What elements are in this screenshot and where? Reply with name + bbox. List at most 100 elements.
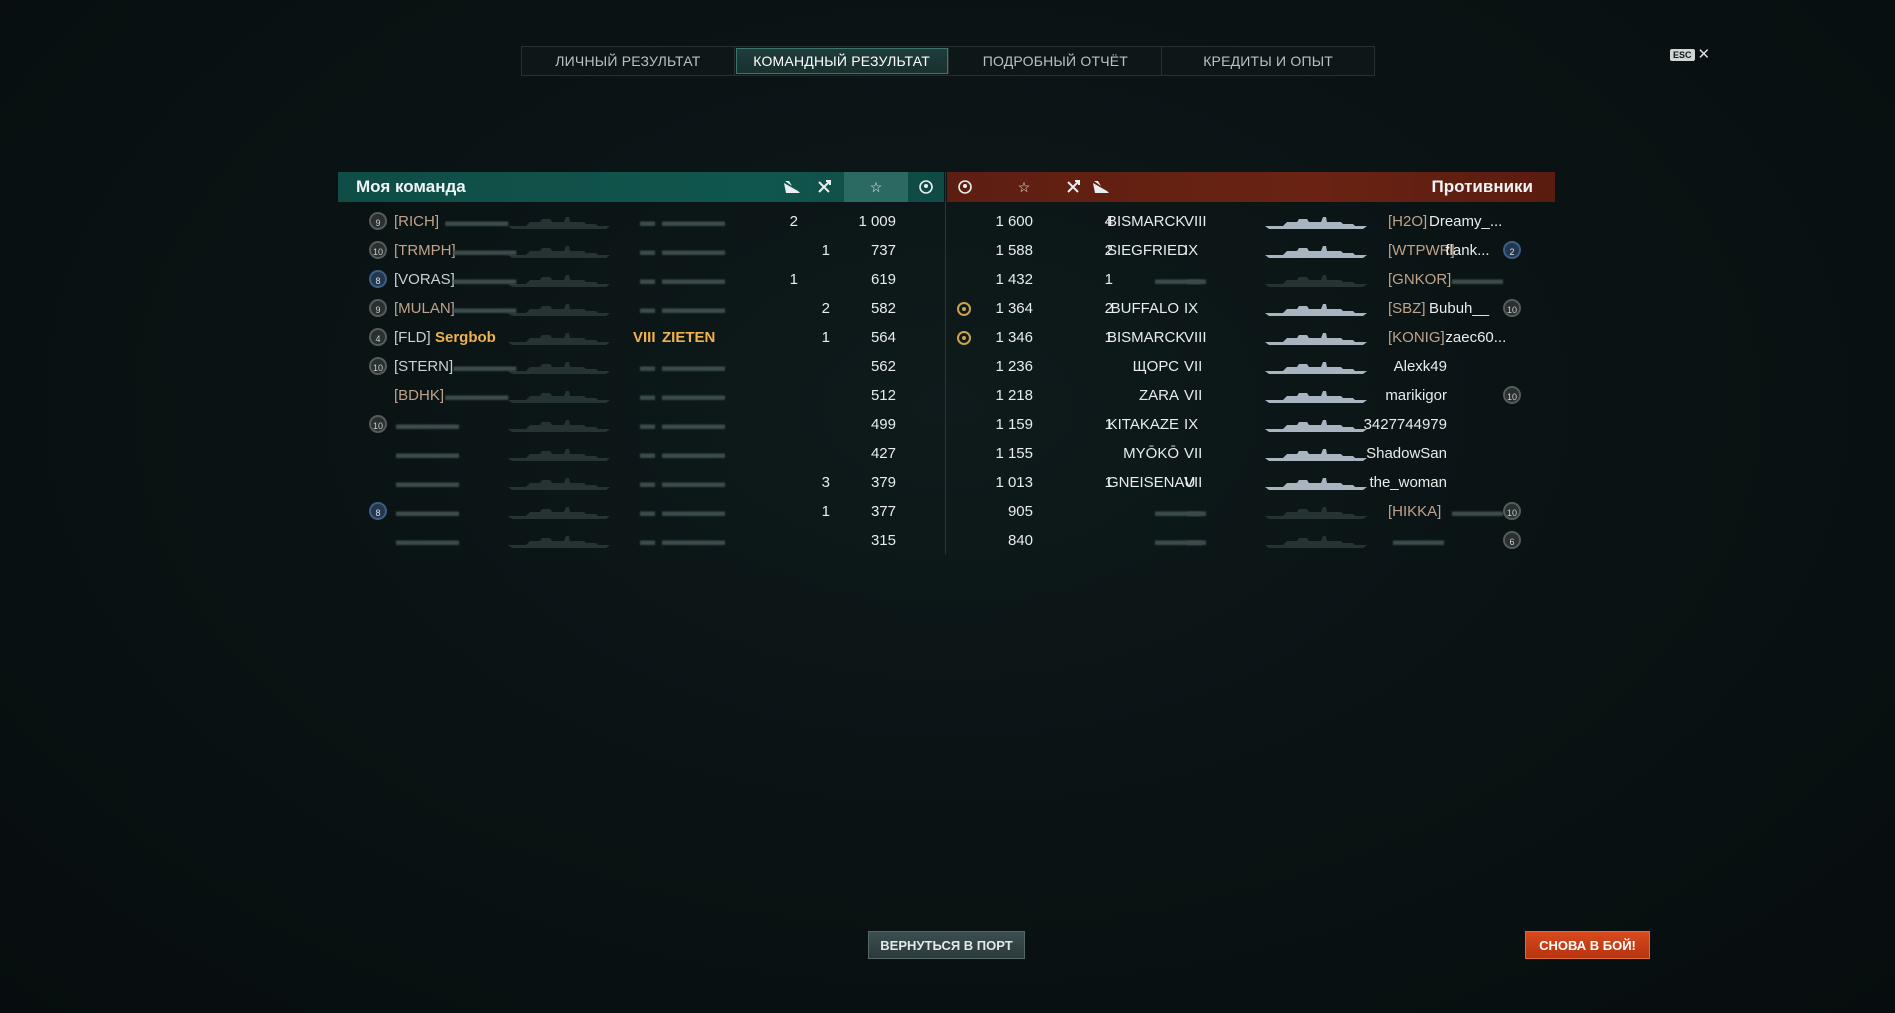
base-xp: 1 236 [995, 358, 1033, 375]
ship-tier-hidden: ▬ [1187, 271, 1202, 288]
level-badge: 8 [369, 270, 387, 288]
ship-name-hidden: ▬▬▬▬▬ [662, 474, 725, 491]
ship-name: GNEISENAU [1107, 474, 1196, 491]
planes-destroyed: 1 [789, 271, 798, 288]
ship-silhouette-icon [506, 535, 614, 549]
base-xp: 1 600 [995, 213, 1033, 230]
ship-tier: VII [1184, 445, 1203, 462]
base-xp: 1 155 [995, 445, 1033, 462]
player-name: the_woman [1369, 474, 1447, 491]
laurel-icon[interactable] [949, 172, 981, 202]
my-team-row[interactable]: [BDHK] ▬▬▬▬▬ ▬ ▬▬▬▬▬ 512 [338, 381, 944, 410]
enemy-team-row[interactable]: 1 432 1 ▬▬▬▬ ▬ [GNKOR] ▬▬▬▬ [947, 265, 1555, 294]
results-tabs: ЛИЧНЫЙ РЕЗУЛЬТАТ КОМАНДНЫЙ РЕЗУЛЬТАТ ПОД… [521, 46, 1375, 76]
ship-tier-hidden: ▬ [1187, 503, 1202, 520]
return-to-port-button[interactable]: ВЕРНУТЬСЯ В ПОРТ [868, 931, 1025, 959]
level-badge: 10 [369, 357, 387, 375]
ship-silhouette-icon [506, 448, 614, 462]
enemy-team-row[interactable]: 905 ▬▬▬▬ ▬ [HIKKA] ▬▬▬▬ 10 [947, 497, 1555, 526]
ship-tier-hidden: ▬ [640, 358, 655, 375]
ship-silhouette-icon [506, 216, 614, 230]
enemy-team-row[interactable]: 1 588 2 SIEGFRIED IX [WTPWR] flank... 2 [947, 236, 1555, 265]
enemy-team-row[interactable]: 1 364 2 BUFFALO IX [SBZ] Bubuh__ 10 [947, 294, 1555, 323]
level-badge: 10 [369, 415, 387, 433]
my-team-row[interactable]: 10 [TRMPH] ▬▬▬▬▬ ▬ ▬▬▬▬▬ 1 737 [338, 236, 944, 265]
my-team-row[interactable]: 4 [FLD] Sergbob VIII ZIETEN 1 564 [338, 323, 944, 352]
tab-team-result[interactable]: КОМАНДНЫЙ РЕЗУЛЬТАТ [735, 48, 949, 74]
base-xp: 315 [870, 532, 896, 549]
player-name-hidden: ▬▬▬▬▬ [396, 503, 459, 520]
ship-silhouette-icon [1263, 448, 1371, 462]
player-name-hidden: ▬▬▬▬▬ [396, 416, 459, 433]
ship-name-hidden: ▬▬▬▬▬ [662, 503, 725, 520]
ships-destroyed [810, 410, 830, 439]
my-team-row[interactable]: 10 [STERN] ▬▬▬▬▬ ▬ ▬▬▬▬▬ 562 [338, 352, 944, 381]
enemy-team-row[interactable]: 1 159 1 KITAKAZE IX 3427744979 [947, 410, 1555, 439]
enemy-team-row[interactable]: 1 013 1 GNEISENAU VII the_woman [947, 468, 1555, 497]
player-name-hidden: ▬▬▬▬▬ [453, 358, 516, 375]
level-badge: 10 [1503, 502, 1521, 520]
ship-name: MYŌKŌ [1123, 445, 1179, 462]
my-team-row[interactable]: ▬▬▬▬▬ ▬ ▬▬▬▬▬ 315 [338, 526, 944, 555]
player-name: Sergbob [435, 329, 496, 346]
my-team-row[interactable]: 10 ▬▬▬▬▬ ▬ ▬▬▬▬▬ 499 [338, 410, 944, 439]
my-team-row[interactable]: 9 [RICH] ▬▬▬▬▬ ▬ ▬▬▬▬▬ 2 1 009 [338, 207, 944, 236]
player-clan: [MULAN] [394, 300, 455, 317]
ship-silhouette-icon [1263, 303, 1371, 317]
star-icon[interactable]: ☆ [1008, 172, 1040, 202]
player-name-hidden: ▬▬▬▬▬ [396, 532, 459, 549]
close-icon[interactable]: ✕ [1698, 47, 1711, 62]
my-team-row[interactable]: ▬▬▬▬▬ ▬ ▬▬▬▬▬ 3 379 [338, 468, 944, 497]
ship-tier: VIII [1184, 329, 1207, 346]
ship-silhouette-icon [506, 303, 614, 317]
star-icon[interactable]: ☆ [844, 172, 908, 202]
enemy-team-row[interactable]: 1 346 1 BISMARCK VIII [KONIG] zaec60... [947, 323, 1555, 352]
crossed-swords-icon[interactable] [808, 172, 840, 202]
planes-destroyed [778, 526, 798, 555]
ship-tier-hidden: ▬ [640, 300, 655, 317]
my-team-row[interactable]: 8 ▬▬▬▬▬ ▬ ▬▬▬▬▬ 1 377 [338, 497, 944, 526]
tab-credits-xp[interactable]: КРЕДИТЫ И ОПЫТ [1162, 47, 1374, 75]
ship-name-hidden: ▬▬▬▬▬ [662, 445, 725, 462]
level-badge: 9 [369, 212, 387, 230]
enemy-team-row[interactable]: 840 ▬▬▬▬ ▬ ▬▬▬▬ 6 [947, 526, 1555, 555]
player-name: Alexk49 [1393, 358, 1447, 375]
battle-again-button[interactable]: СНОВА В БОЙ! [1525, 931, 1650, 959]
planes-destroyed [778, 236, 798, 265]
ship-tier: VII [1184, 387, 1203, 404]
ship-silhouette-icon [1263, 506, 1371, 520]
esc-close-button[interactable]: ESC ✕ [1670, 47, 1711, 62]
ships-destroyed [810, 265, 830, 294]
ship-tier-hidden: ▬ [640, 387, 655, 404]
enemy-team-row[interactable]: 1 600 4 BISMARCK VIII [H2O] Dreamy_... [947, 207, 1555, 236]
player-clan: [VORAS] [394, 271, 455, 288]
player-name-hidden: ▬▬▬▬▬ [445, 387, 508, 404]
enemy-team-row[interactable]: 1 218 ZARA VII marikigor 10 [947, 381, 1555, 410]
tab-detailed-report[interactable]: ПОДРОБНЫЙ ОТЧЁТ [950, 47, 1163, 75]
ship-silhouette-icon [1263, 361, 1371, 375]
esc-key-badge: ESC [1670, 49, 1695, 61]
my-team-row[interactable]: ▬▬▬▬▬ ▬ ▬▬▬▬▬ 427 [338, 439, 944, 468]
ship-name: ZARA [1138, 387, 1179, 404]
base-xp: 1 346 [995, 329, 1033, 346]
ship-silhouette-icon [506, 245, 614, 259]
player-name-hidden: ▬▬▬▬▬ [453, 271, 516, 288]
ship-tier-hidden: ▬ [640, 213, 655, 230]
my-team-row[interactable]: 9 [MULAN] ▬▬▬▬▬ ▬ ▬▬▬▬▬ 2 582 [338, 294, 944, 323]
plane-icon[interactable] [776, 172, 808, 202]
enemy-team-row[interactable]: 1 155 MYŌKŌ VII ShadowSan [947, 439, 1555, 468]
my-team-row[interactable]: 8 [VORAS] ▬▬▬▬▬ ▬ ▬▬▬▬▬ 1 619 [338, 265, 944, 294]
ship-tier-hidden: ▬ [640, 445, 655, 462]
ship-silhouette-icon [1263, 274, 1371, 288]
enemy-team-row[interactable]: 1 236 ЩОРС VII Alexk49 [947, 352, 1555, 381]
tab-personal-result[interactable]: ЛИЧНЫЙ РЕЗУЛЬТАТ [522, 47, 735, 75]
ships-destroyed [1095, 526, 1113, 555]
base-xp: 1 013 [995, 474, 1033, 491]
base-xp: 1 364 [995, 300, 1033, 317]
plane-icon[interactable] [1085, 172, 1117, 202]
player-name-hidden: ▬▬▬▬ [1452, 503, 1503, 520]
ship-tier: IX [1184, 416, 1199, 433]
ship-silhouette-icon [506, 477, 614, 491]
ship-tier: VII [1184, 474, 1203, 491]
laurel-icon[interactable] [910, 172, 942, 202]
